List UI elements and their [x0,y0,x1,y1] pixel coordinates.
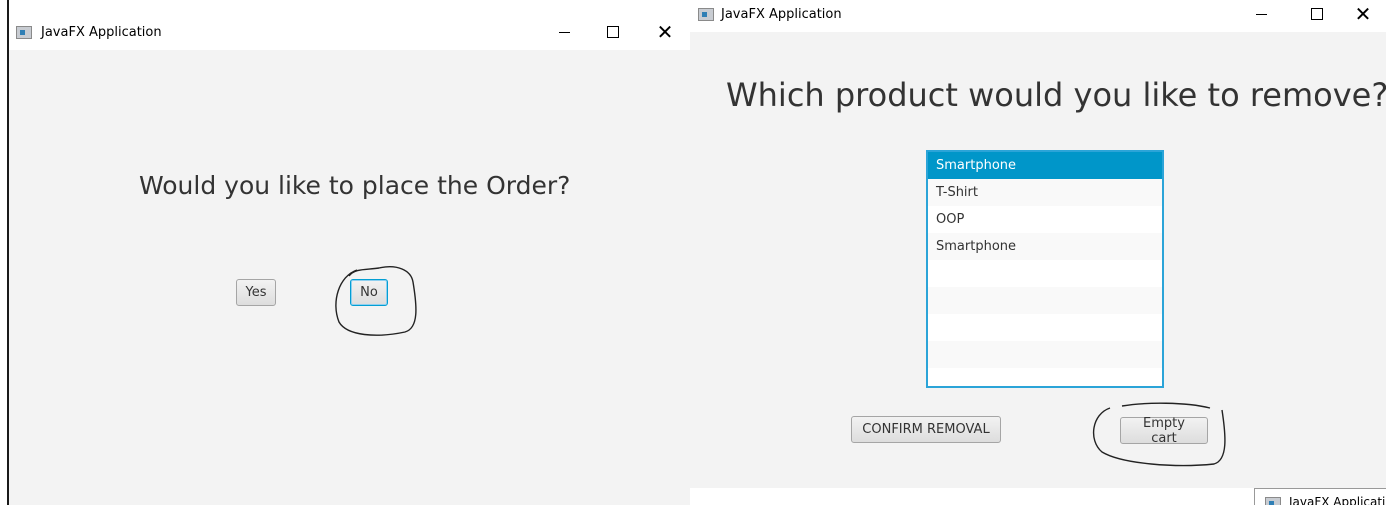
close-icon[interactable]: ✕ [1353,4,1373,24]
minimize-icon[interactable] [554,22,574,42]
window-title: JavaFX Application [41,25,162,40]
window-title: JavaFX Application [721,7,842,22]
empty-list-row[interactable] [928,341,1162,368]
product-list[interactable]: Smartphone T-Shirt OOP Smartphone [926,150,1164,388]
javafx-app-icon [698,8,714,21]
empty-list-row[interactable] [928,287,1162,314]
list-item[interactable]: OOP [928,206,1162,233]
title-bar[interactable]: JavaFX Application ✕ [9,14,690,50]
javafx-app-icon [16,26,32,39]
empty-list-row[interactable] [928,260,1162,287]
maximize-icon[interactable] [1307,4,1327,24]
close-icon[interactable]: ✕ [655,22,675,42]
maximize-icon[interactable] [603,22,623,42]
taskbar-label: JavaFX Applicati [1289,495,1386,505]
list-item[interactable]: T-Shirt [928,179,1162,206]
list-item[interactable]: Smartphone [928,152,1162,179]
remove-question: Which product would you like to remove? [726,76,1386,114]
yes-button[interactable]: Yes [236,279,276,306]
javafx-app-icon [1265,497,1281,505]
empty-list-row[interactable] [928,314,1162,341]
remove-product-window: JavaFX Application ✕ Which product would… [690,0,1386,488]
confirm-removal-button[interactable]: CONFIRM REMOVAL [851,416,1001,443]
no-button[interactable]: No [350,279,388,306]
list-item[interactable]: Smartphone [928,233,1162,260]
minimize-icon[interactable] [1251,4,1271,24]
order-confirm-window: JavaFX Application ✕ Would you like to p… [9,14,690,505]
order-question: Would you like to place the Order? [139,171,571,200]
taskbar-thumbnail[interactable]: JavaFX Applicati [1254,488,1386,505]
empty-cart-button[interactable]: Empty cart [1120,416,1208,446]
title-bar[interactable]: JavaFX Application ✕ [690,0,1386,32]
